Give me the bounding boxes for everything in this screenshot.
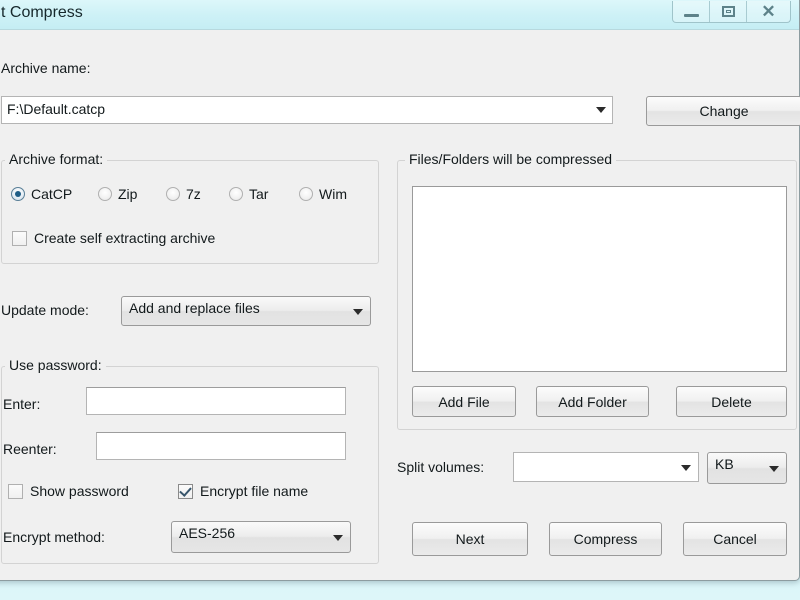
archive-name-dropdown-arrow[interactable] (589, 96, 613, 124)
self-extracting-checkbox[interactable]: Create self extracting archive (12, 230, 215, 246)
chevron-down-icon (769, 466, 779, 472)
radio-tar-label: Tar (249, 186, 269, 202)
encrypt-method-label: Encrypt method: (3, 529, 105, 545)
encrypt-file-name-box[interactable] (178, 483, 193, 499)
update-mode-value: Add and replace files (129, 300, 260, 316)
chevron-down-icon (353, 309, 363, 315)
radio-7z-indicator[interactable] (166, 187, 180, 201)
show-password-checkbox[interactable]: Show password (8, 483, 129, 499)
window-controls: ✕ (672, 1, 791, 23)
delete-button[interactable]: Delete (676, 386, 787, 417)
compress-button[interactable]: Compress (549, 522, 662, 556)
archive-name-input[interactable]: F:\Default.catcp (1, 96, 613, 124)
chevron-down-icon (681, 465, 691, 471)
password-reenter-label: Reenter: (3, 441, 57, 457)
encrypt-file-name-checkbox[interactable]: Encrypt file name (178, 483, 308, 499)
title-bar[interactable]: t Compress ✕ (0, 0, 799, 30)
archive-format-group (1, 160, 379, 264)
radio-catcp-label: CatCP (31, 186, 73, 202)
radio-7z-label: 7z (186, 186, 201, 202)
password-enter-label: Enter: (3, 396, 41, 412)
show-password-box[interactable] (8, 483, 23, 499)
encrypt-method-select[interactable]: AES-256 (171, 521, 351, 553)
password-reenter-input[interactable] (96, 432, 346, 460)
add-folder-button[interactable]: Add Folder (536, 386, 649, 417)
radio-tar[interactable]: Tar (229, 186, 268, 202)
radio-wim-indicator[interactable] (299, 187, 313, 201)
radio-zip-label: Zip (118, 186, 138, 202)
split-volumes-unit-value: KB (715, 456, 734, 472)
update-mode-select[interactable]: Add and replace files (121, 296, 371, 326)
use-password-title: Use password: (5, 357, 106, 373)
files-folders-title: Files/Folders will be compressed (405, 151, 617, 167)
cancel-button[interactable]: Cancel (683, 522, 787, 556)
radio-7z[interactable]: 7z (166, 186, 201, 202)
update-mode-label: Update mode: (1, 302, 89, 318)
change-button[interactable]: Change (646, 96, 800, 126)
radio-catcp-indicator[interactable] (11, 187, 25, 201)
split-volumes-label: Split volumes: (397, 459, 485, 475)
encrypt-method-value: AES-256 (179, 525, 236, 541)
archive-format-title: Archive format: (5, 151, 108, 167)
compress-dialog: t Compress ✕ Archive name: F:\Default.ca… (0, 0, 800, 581)
radio-wim-label: Wim (319, 186, 347, 202)
maximize-icon[interactable] (710, 1, 747, 22)
minimize-icon[interactable] (673, 1, 710, 22)
radio-wim[interactable]: Wim (299, 186, 347, 202)
files-folders-listbox[interactable] (412, 186, 787, 372)
radio-tar-indicator[interactable] (229, 187, 243, 201)
encrypt-file-name-label: Encrypt file name (200, 483, 309, 499)
chevron-down-icon (333, 535, 343, 541)
close-icon[interactable]: ✕ (747, 1, 790, 22)
split-volumes-input[interactable] (513, 452, 699, 482)
split-volumes-unit-select[interactable]: KB (707, 452, 787, 484)
radio-zip[interactable]: Zip (98, 186, 137, 202)
archive-name-label: Archive name: (1, 60, 91, 76)
show-password-label: Show password (30, 483, 129, 499)
window-title: t Compress (1, 4, 83, 21)
password-enter-input[interactable] (86, 387, 346, 415)
self-extracting-box[interactable] (12, 230, 27, 246)
next-button[interactable]: Next (412, 522, 528, 556)
add-file-button[interactable]: Add File (412, 386, 516, 417)
radio-catcp[interactable]: CatCP (11, 186, 72, 202)
radio-zip-indicator[interactable] (98, 187, 112, 201)
self-extracting-label: Create self extracting archive (34, 230, 216, 246)
